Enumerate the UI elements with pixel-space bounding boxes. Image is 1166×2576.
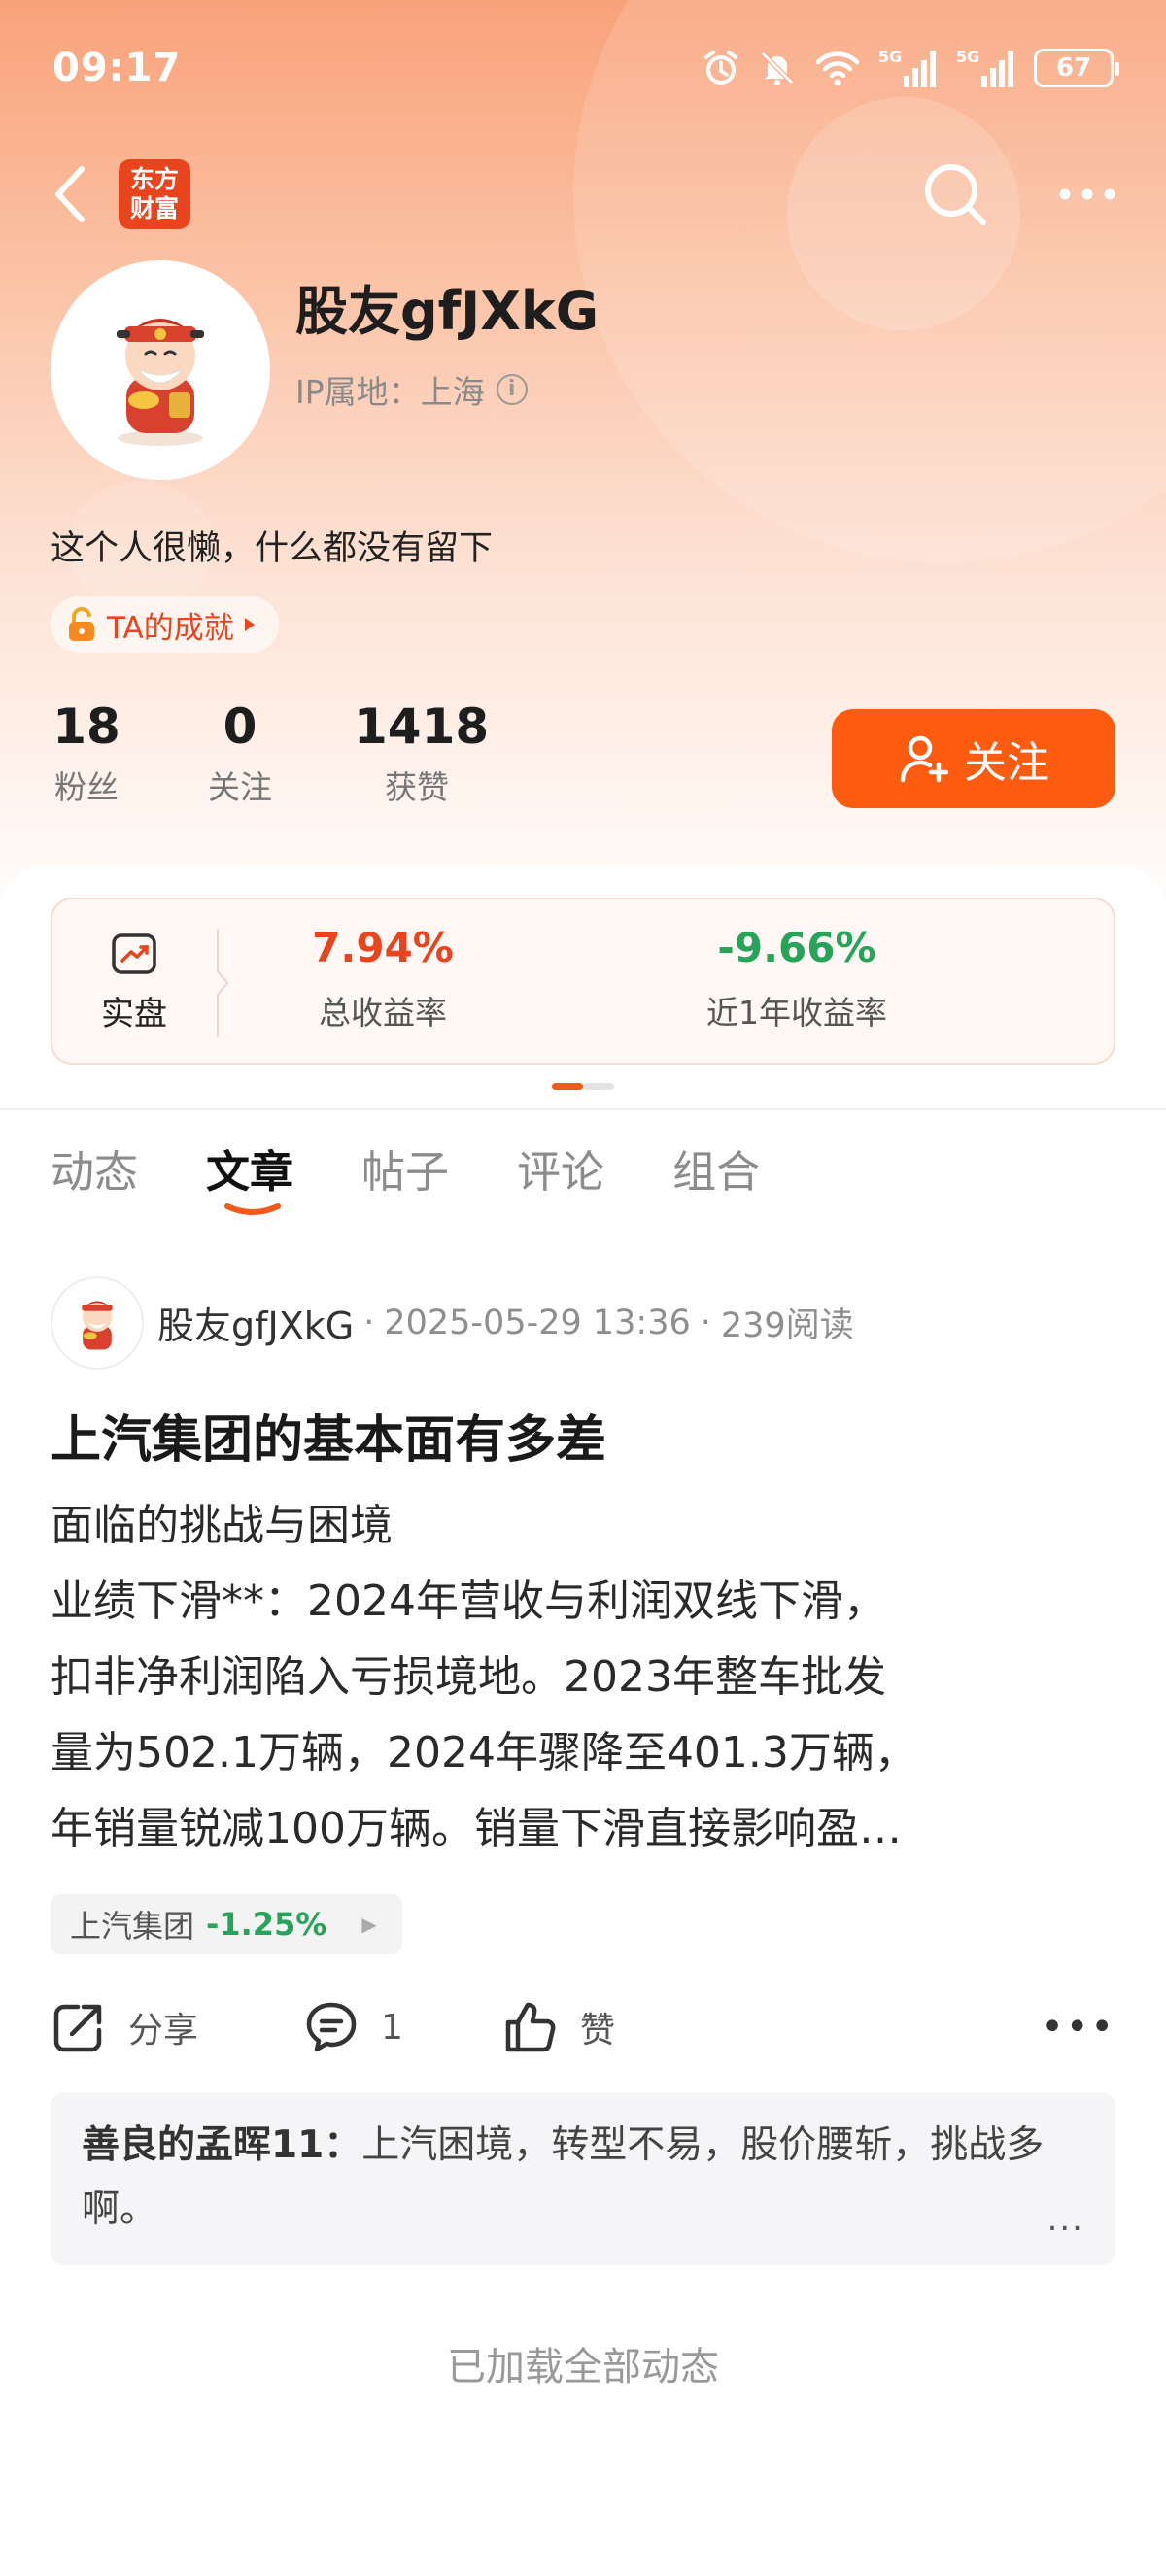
share-button[interactable]: 分享: [51, 1999, 303, 2055]
info-icon[interactable]: i: [496, 374, 528, 405]
post-body[interactable]: 面临的挑战与困境 业绩下滑**：2024年营收与利润双线下滑， 扣非净利润陷入亏…: [51, 1488, 1119, 1867]
battery-icon: 67: [1034, 49, 1119, 87]
svg-text:5G: 5G: [878, 48, 902, 66]
post-title[interactable]: 上汽集团的基本面有多差: [51, 1399, 606, 1472]
comment-more-icon[interactable]: ...: [1047, 2187, 1084, 2252]
thumbs-up-icon: [505, 2002, 556, 2052]
comment-author[interactable]: 善良的孟晖11：: [82, 2123, 361, 2167]
back-icon[interactable]: [49, 163, 91, 225]
alarm-icon: [704, 51, 737, 85]
tab-comments[interactable]: 评论: [517, 1136, 604, 1214]
profile-tabs: 动态 文章 帖子 评论 组合: [51, 1136, 760, 1215]
signal-5g-icon: 5G: [878, 48, 936, 87]
comment-button[interactable]: 1: [303, 1999, 502, 2055]
tab-posts[interactable]: 帖子: [361, 1136, 449, 1214]
caret-right-icon: [244, 618, 255, 631]
top-comment[interactable]: 善良的孟晖11：上汽困境，转型不易，股价腰斩，挑战多啊。 ...: [51, 2092, 1115, 2265]
achievement-button[interactable]: TA的成就: [51, 596, 279, 653]
post-reads: 239阅读: [720, 1306, 854, 1345]
post-author[interactable]: 股友gfJXkG: [157, 1296, 354, 1349]
add-user-icon: [900, 735, 949, 783]
profit-card[interactable]: 实盘 7.94% 总收益率 -9.66% 近1年收益率: [51, 898, 1115, 1065]
status-bar: 09:17 5G 5G 67: [52, 39, 1119, 97]
avatar-mascot-icon: [117, 319, 204, 446]
post-actions: 分享 1 赞 •••: [51, 1993, 1115, 2061]
mute-bell-icon: [761, 51, 794, 85]
share-icon: [53, 2004, 102, 2052]
load-complete-text: 已加载全部动态: [447, 2345, 719, 2390]
profile-stats: 18 粉丝 0 关注 1418 获赞: [51, 697, 489, 808]
stat-following[interactable]: 0 关注: [204, 697, 276, 808]
svg-text:5G: 5G: [956, 48, 979, 66]
avatar-mascot-icon: [80, 1301, 115, 1350]
more-icon[interactable]: [1057, 185, 1117, 204]
signal-5g-icon: 5G: [956, 48, 1013, 87]
post-more-icon[interactable]: •••: [1041, 2005, 1115, 2050]
tab-dynamics[interactable]: 动态: [51, 1136, 138, 1214]
divider: [0, 1108, 1166, 1110]
profile-bio: 这个人很懒，什么都没有留下: [51, 529, 494, 568]
active-tab-indicator: [224, 1203, 282, 1215]
stat-likes[interactable]: 1418 获赞: [354, 697, 489, 808]
post-author-avatar[interactable]: [51, 1276, 144, 1370]
stock-tag[interactable]: 上汽集团 -1.25% ▶: [51, 1894, 402, 1954]
total-return: 7.94% 总收益率: [312, 924, 454, 1032]
stat-fans[interactable]: 18 粉丝: [51, 697, 122, 808]
tab-portfolio[interactable]: 组合: [672, 1136, 760, 1214]
post-date: 2025-05-29 13:36: [384, 1303, 691, 1342]
carousel-indicator: [552, 1083, 614, 1090]
top-nav: 东方 财富: [49, 155, 1117, 233]
avatar[interactable]: [51, 260, 270, 480]
real-account-tag[interactable]: 实盘: [52, 899, 216, 1067]
lock-icon: [69, 607, 94, 641]
post-meta: 股友gfJXkG · 2025-05-29 13:36 · 239阅读: [157, 1296, 854, 1349]
comment-icon: [306, 2002, 357, 2052]
trend-chart-icon: [112, 932, 156, 974]
wifi-icon: [815, 51, 860, 86]
app-logo[interactable]: 东方 财富: [119, 159, 190, 229]
status-time: 09:17: [52, 46, 182, 90]
follow-button[interactable]: 关注: [832, 709, 1115, 808]
search-icon[interactable]: [921, 160, 989, 228]
profile-name: 股友gfJXkG: [295, 281, 600, 342]
ip-location: IP属地：上海 i: [295, 366, 528, 413]
year-return: -9.66% 近1年收益率: [706, 924, 887, 1032]
tab-articles[interactable]: 文章: [206, 1136, 293, 1215]
like-button[interactable]: 赞: [502, 1999, 891, 2055]
caret-right-icon: ▶: [361, 1913, 377, 1936]
